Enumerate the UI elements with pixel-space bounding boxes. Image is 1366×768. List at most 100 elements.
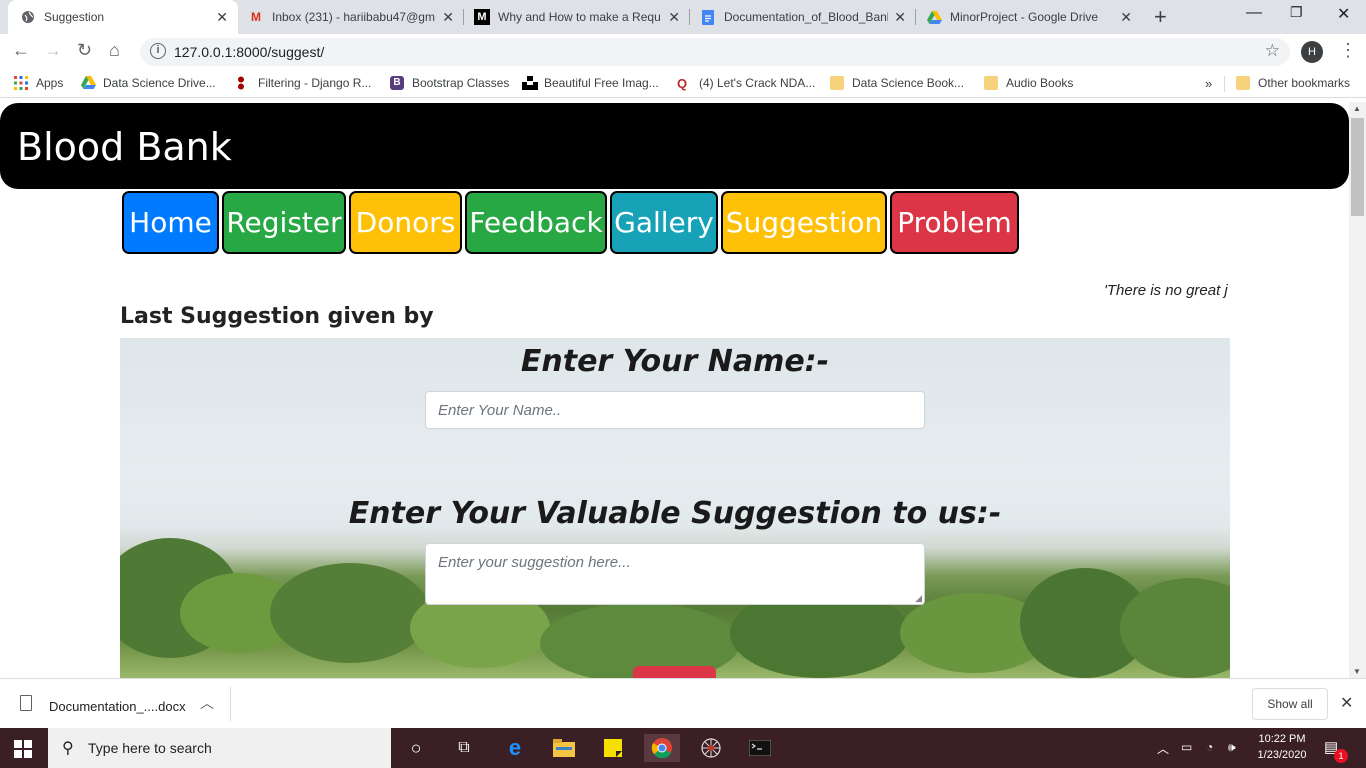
task-view-icon[interactable]: ⧉ <box>450 734 478 762</box>
restore-icon[interactable]: ❐ <box>1290 4 1303 21</box>
new-tab-button[interactable]: + <box>1154 4 1167 30</box>
tab-title: Inbox (231) - hariibabu47@gm <box>272 10 435 24</box>
windows-start-icon[interactable] <box>14 740 32 758</box>
url-text[interactable]: 127.0.0.1:8000/suggest/ <box>174 44 324 60</box>
bootstrap-icon: B <box>390 76 404 90</box>
sticky-notes-icon[interactable] <box>599 734 627 762</box>
nav-problem-button[interactable]: Problem <box>890 191 1019 254</box>
close-tab-icon[interactable]: ✕ <box>216 9 228 26</box>
menu-kebab-icon[interactable]: ⋮ <box>1339 40 1357 61</box>
tab-gmail[interactable]: M Inbox (231) - hariibabu47@gm ✕ <box>236 0 464 34</box>
folder-icon <box>830 76 844 90</box>
drive-icon <box>926 9 942 25</box>
taskbar-search-box[interactable]: ⚲ Type here to search <box>48 728 391 768</box>
chevron-up-icon[interactable]: ︿ <box>200 693 214 713</box>
volume-icon[interactable]: 🕪 <box>1228 740 1236 755</box>
windows-taskbar: ⚲ Type here to search ○ ⧉ e ︿ ▭ ◔ 🕪 10:2… <box>0 728 1366 768</box>
nav-donors-button[interactable]: Donors <box>349 191 462 254</box>
tab-title: Documentation_of_Blood_Bank <box>724 10 888 24</box>
tab-title: Suggestion <box>44 10 105 24</box>
cortana-icon[interactable]: ○ <box>402 734 430 762</box>
tab-title: Why and How to make a Requ <box>498 10 661 24</box>
bookmark-data-science-books[interactable]: Data Science Book... <box>830 76 964 90</box>
globe-icon <box>20 9 36 25</box>
back-icon[interactable]: ← <box>12 40 30 61</box>
nav-gallery-button[interactable]: Gallery <box>610 191 718 254</box>
marquee-quote: 'There is no great j <box>1104 282 1228 299</box>
show-all-button[interactable]: Show all <box>1252 688 1328 720</box>
suggestion-label: Enter Your Valuable Suggestion to us:- <box>348 496 1002 531</box>
name-input[interactable]: Enter Your Name.. <box>425 391 925 429</box>
spider-app-icon[interactable] <box>697 734 725 762</box>
battery-icon[interactable]: ▭ <box>1181 740 1192 754</box>
bookmark-apps[interactable]: Apps <box>14 76 63 90</box>
scroll-up-icon[interactable]: ▲ <box>1353 104 1361 113</box>
close-tab-icon[interactable]: ✕ <box>442 9 454 26</box>
tab-suggestion[interactable]: Suggestion ✕ <box>8 0 238 34</box>
system-clock[interactable]: 10:22 PM 1/23/2020 <box>1250 731 1314 763</box>
nav-feedback-button[interactable]: Feedback <box>465 191 607 254</box>
brand-title[interactable]: Blood Bank <box>17 125 232 169</box>
wifi-icon[interactable]: ◔ <box>1206 740 1213 754</box>
address-bar[interactable]: i 127.0.0.1:8000/suggest/ ☆ <box>140 38 1290 66</box>
site-info-icon[interactable]: i <box>150 43 166 59</box>
bookmark-star-icon[interactable]: ☆ <box>1265 41 1280 61</box>
edge-icon[interactable]: e <box>501 734 529 762</box>
window-close-icon[interactable]: ✕ <box>1337 4 1350 24</box>
bookmark-data-science-drive[interactable]: Data Science Drive... <box>81 76 216 90</box>
scroll-down-icon[interactable]: ▼ <box>1353 667 1361 676</box>
close-tab-icon[interactable]: ✕ <box>1120 9 1132 26</box>
page-content: Blood Bank Home Register Donors Feedback… <box>0 102 1349 678</box>
close-shelf-icon[interactable]: ✕ <box>1340 693 1353 713</box>
download-file-name[interactable]: Documentation_....docx <box>49 699 186 714</box>
bookmark-lets-crack-nda[interactable]: Q (4) Let's Crack NDA... <box>677 76 815 91</box>
close-tab-icon[interactable]: ✕ <box>668 9 680 26</box>
search-icon: ⚲ <box>62 740 74 757</box>
bookmark-filtering-django[interactable]: Filtering - Django R... <box>236 76 371 90</box>
bookmarks-overflow-button[interactable]: » <box>1205 76 1212 91</box>
nav-home-button[interactable]: Home <box>122 191 219 254</box>
submit-button[interactable] <box>633 666 716 678</box>
document-icon <box>20 695 32 711</box>
last-suggestion-heading: Last Suggestion given by <box>120 304 434 329</box>
docs-icon <box>700 9 716 25</box>
tab-drive[interactable]: MinorProject - Google Drive ✕ <box>914 0 1142 34</box>
clock-time: 10:22 PM <box>1258 733 1306 745</box>
page-scrollbar[interactable]: ▲ ▼ <box>1349 102 1366 678</box>
suggestion-placeholder: Enter your suggestion here... <box>438 554 631 571</box>
quora-icon: Q <box>677 76 688 91</box>
clock-date: 1/23/2020 <box>1257 749 1307 761</box>
apps-grid-icon <box>14 76 28 90</box>
resize-handle-icon[interactable]: ◢ <box>915 593 922 604</box>
file-explorer-icon[interactable] <box>550 734 578 762</box>
bookmark-other-bookmarks[interactable]: Other bookmarks <box>1236 76 1350 90</box>
chrome-icon[interactable] <box>644 734 680 762</box>
nav-suggestion-button[interactable]: Suggestion <box>721 191 887 254</box>
unsplash-icon <box>522 76 538 90</box>
tab-title: MinorProject - Google Drive <box>950 10 1099 24</box>
tab-strip: Suggestion ✕ M Inbox (231) - hariibabu47… <box>0 0 1366 34</box>
django-icon <box>236 76 250 90</box>
bookmark-beautiful-free-images[interactable]: Beautiful Free Imag... <box>522 76 659 90</box>
medium-icon: M <box>474 9 490 25</box>
drive-icon <box>81 76 96 90</box>
name-label: Enter Your Name:- <box>520 344 830 379</box>
suggestion-textarea[interactable]: Enter your suggestion here... ◢ <box>425 543 925 605</box>
folder-icon <box>1236 76 1250 90</box>
bookmark-audio-books[interactable]: Audio Books <box>984 76 1073 90</box>
tab-docs[interactable]: Documentation_of_Blood_Bank ✕ <box>688 0 916 34</box>
taskbar-search-placeholder: Type here to search <box>88 740 212 756</box>
bookmarks-bar: Apps Data Science Drive... Filtering - D… <box>0 70 1366 98</box>
show-hidden-icons[interactable]: ︿ <box>1157 740 1169 757</box>
home-icon[interactable]: ⌂ <box>109 40 120 61</box>
nav-register-button[interactable]: Register <box>222 191 346 254</box>
profile-avatar[interactable]: H <box>1301 41 1323 63</box>
scroll-thumb[interactable] <box>1351 118 1364 216</box>
close-tab-icon[interactable]: ✕ <box>894 9 906 26</box>
minimize-icon[interactable]: — <box>1246 4 1262 22</box>
forward-icon[interactable]: → <box>44 40 62 61</box>
bookmark-bootstrap-classes[interactable]: B Bootstrap Classes <box>390 76 509 90</box>
tab-medium[interactable]: M Why and How to make a Requ ✕ <box>462 0 690 34</box>
reload-icon[interactable]: ↻ <box>77 40 92 61</box>
terminal-icon[interactable] <box>746 734 774 762</box>
